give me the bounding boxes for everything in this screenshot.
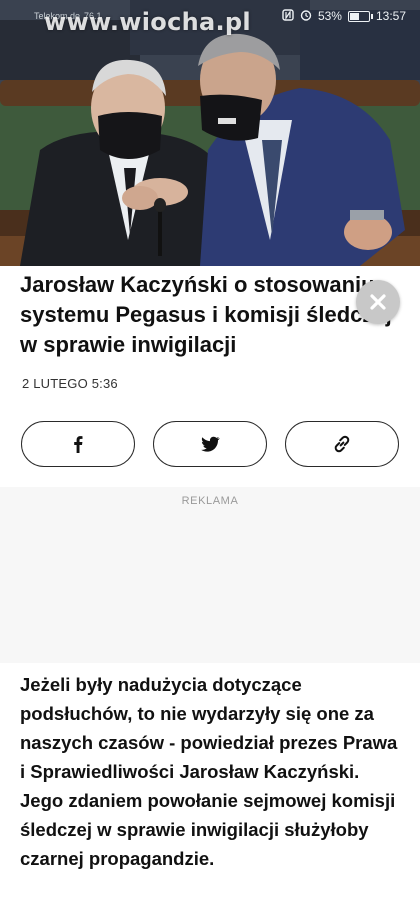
battery-percent: 53% <box>317 9 342 23</box>
share-twitter-button[interactable] <box>153 421 267 467</box>
nfc-icon <box>282 8 294 24</box>
link-icon <box>334 435 350 453</box>
ad-label: REKLAMA <box>181 495 239 507</box>
article-body: Jeżeli były nadużycia dotyczące podsłuch… <box>20 674 398 869</box>
watermark: www.wiocha.pl <box>44 8 251 36</box>
close-button[interactable] <box>356 280 400 324</box>
hero-photo <box>0 0 420 266</box>
share-facebook-button[interactable] <box>21 421 135 467</box>
clock: 13:57 <box>375 9 406 23</box>
battery-icon <box>347 10 373 22</box>
ad-slot[interactable]: REKLAMA <box>0 487 420 663</box>
share-buttons <box>21 421 399 469</box>
share-link-button[interactable] <box>285 421 399 467</box>
facebook-icon <box>74 436 83 453</box>
article-date: 2 LUTEGO 5:36 <box>22 376 118 391</box>
alarm-icon <box>300 9 312 24</box>
article-title: Jarosław Kaczyński o stosowaniu systemu … <box>20 272 392 357</box>
twitter-icon <box>201 436 220 452</box>
close-icon <box>370 294 386 310</box>
